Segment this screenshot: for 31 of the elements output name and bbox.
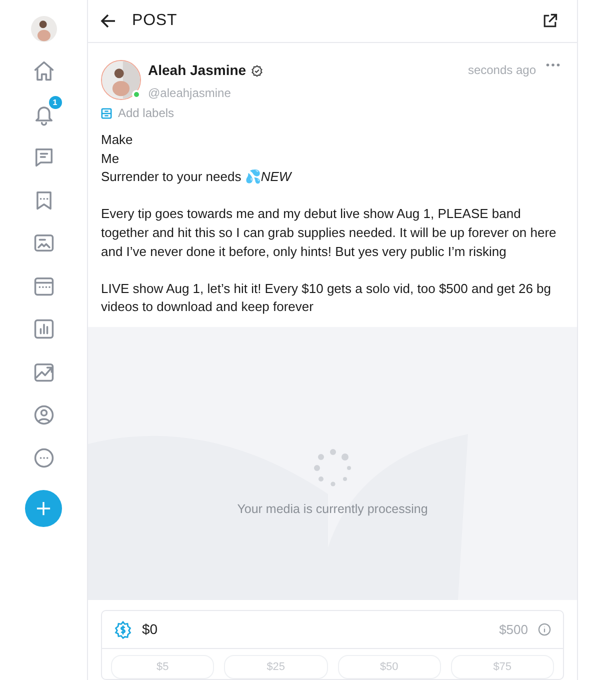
processing-message: Your media is currently processing bbox=[237, 501, 428, 518]
more-options-button[interactable] bbox=[546, 63, 560, 67]
tip-amount-button[interactable]: $5 bbox=[111, 655, 214, 679]
author-name[interactable]: Aleah Jasmine bbox=[148, 60, 246, 81]
tip-amount-button[interactable]: $25 bbox=[224, 655, 328, 679]
home-icon[interactable] bbox=[32, 59, 56, 83]
post-text: Me bbox=[101, 150, 120, 168]
label-icon bbox=[101, 108, 112, 118]
tip-goal-amount: $500 bbox=[499, 620, 528, 639]
post-text: Surrender to your needs 💦NEW bbox=[101, 168, 293, 186]
info-icon[interactable] bbox=[538, 623, 551, 636]
profile-icon[interactable] bbox=[32, 403, 56, 427]
more-icon[interactable] bbox=[32, 446, 56, 470]
post-text: Every tip goes towards me and my debut live show Aug 1, PLEASE band together and hit this so I can grab supplies needed. It will be up forever on here and I’ve never done it before, only hints! But yes very public I’m risking bbox=[101, 205, 558, 261]
dollar-badge-icon bbox=[114, 620, 132, 638]
author-handle[interactable]: @aleahjasmine bbox=[148, 84, 264, 102]
bar-chart-icon[interactable] bbox=[32, 317, 56, 341]
tip-amount-button[interactable]: $75 bbox=[450, 655, 554, 679]
post-time: seconds ago bbox=[468, 62, 536, 79]
post-text: LIVE show Aug 1, let’s hit it! Every $10 gets a solo vid, too $500 and get 26 bg videos to download and keep forever bbox=[101, 280, 552, 316]
loading-spinner-icon bbox=[312, 448, 352, 488]
new-post-button[interactable] bbox=[25, 490, 62, 527]
post-text: Make bbox=[101, 131, 134, 149]
plus-icon bbox=[36, 501, 51, 516]
tip-amount-button[interactable]: $50 bbox=[338, 655, 441, 679]
back-button[interactable] bbox=[100, 13, 116, 29]
tip-raised-amount: $0 bbox=[142, 620, 158, 639]
share-button[interactable] bbox=[541, 12, 559, 30]
add-labels-button[interactable]: Add labels bbox=[101, 104, 174, 122]
notification-badge: 1 bbox=[48, 96, 62, 109]
page-title: POST bbox=[132, 11, 178, 31]
